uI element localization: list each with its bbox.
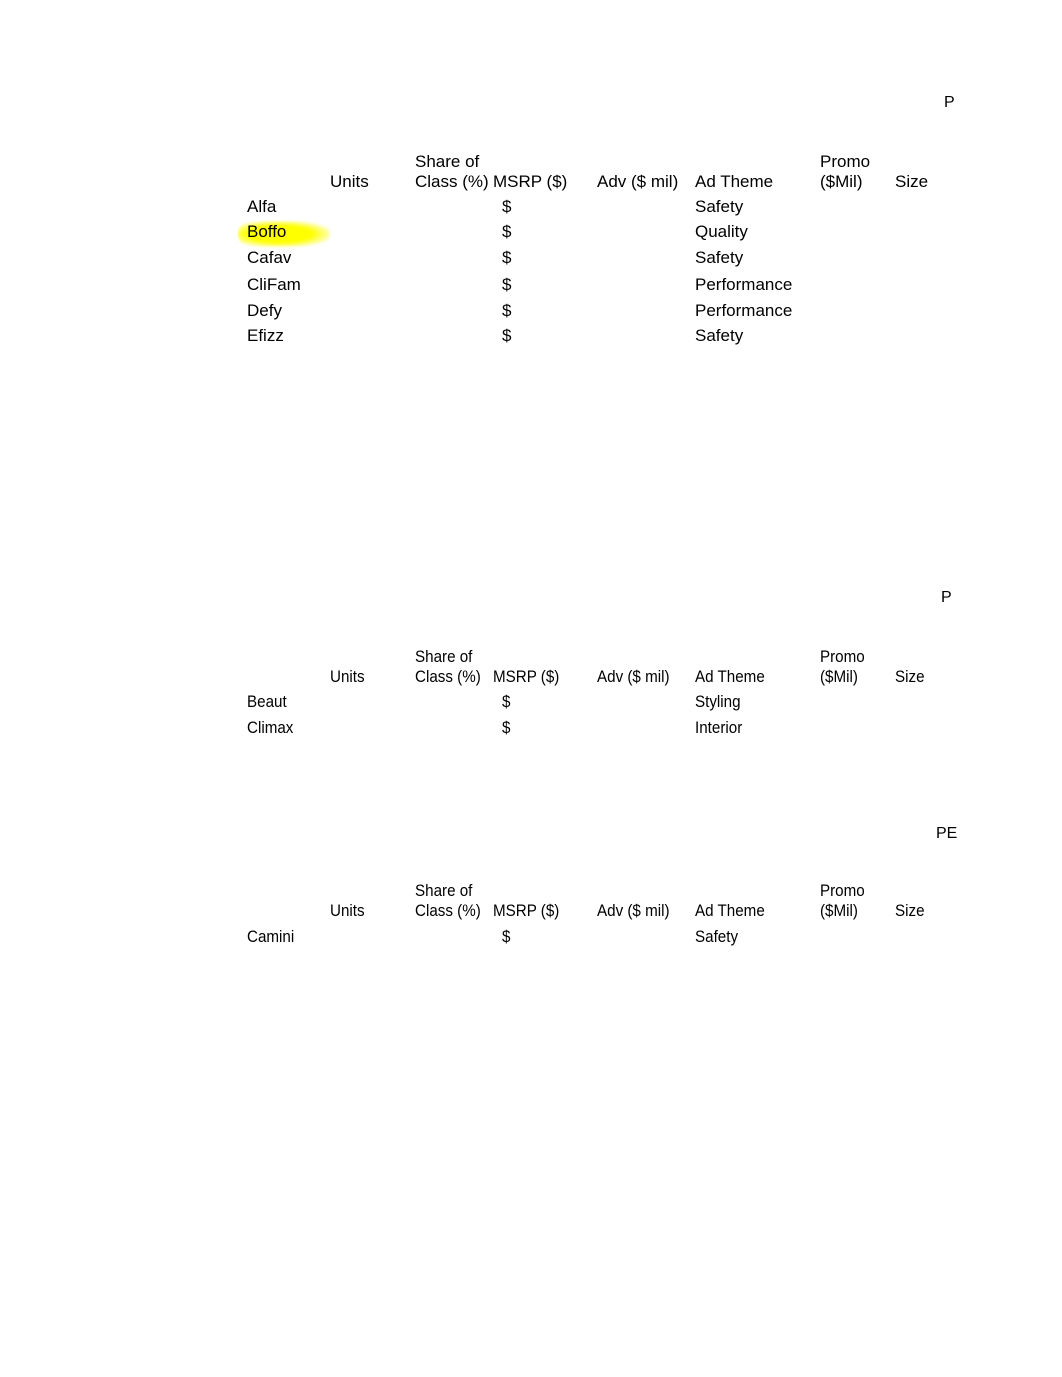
cell-ad-theme[interactable]: Safety [695,326,743,346]
cell-currency[interactable]: $ [502,692,510,712]
cell-currency[interactable]: $ [502,275,511,295]
cell-name[interactable]: Camini [247,927,294,947]
section-title: P [944,94,955,111]
cell-currency[interactable]: $ [502,326,511,346]
cell-currency[interactable]: $ [502,301,511,321]
header-share-line2: Class (%) [415,902,481,920]
header-promo-line2: ($Mil) [820,668,858,686]
section-title: P [941,589,952,606]
header-units: Units [330,668,365,686]
section-title: PE [936,825,958,842]
header-share-line2: Class (%) [415,172,489,191]
cell-ad-theme[interactable]: Interior [695,718,742,738]
header-share-line2: Class (%) [415,668,481,686]
cell-ad-theme[interactable]: Safety [695,248,743,268]
header-ad-theme: Ad Theme [695,172,774,191]
cell-ad-theme[interactable]: Quality [695,222,748,242]
cell-currency[interactable]: $ [502,222,511,242]
cell-name[interactable]: Alfa [247,197,276,217]
header-share-line1: Share of [415,648,473,666]
header-adv: Adv ($ mil) [597,902,670,920]
header-promo-line2: ($Mil) [820,172,863,191]
header-size: Size [895,902,925,920]
header-units: Units [330,902,365,920]
header-share-line1: Share of [415,882,473,900]
header-adv: Adv ($ mil) [597,172,679,191]
header-msrp: MSRP ($) [493,172,568,191]
header-ad-theme: Ad Theme [695,902,765,920]
cell-name[interactable]: Defy [247,301,282,321]
cell-ad-theme[interactable]: Performance [695,301,792,321]
header-msrp: MSRP ($) [493,668,560,686]
cell-name[interactable]: Climax [247,718,293,738]
header-promo-line1: Promo [820,648,865,666]
header-msrp: MSRP ($) [493,902,560,920]
header-size: Size [895,668,925,686]
header-promo-line1: Promo [820,152,871,171]
header-promo-line1: Promo [820,882,865,900]
cell-name[interactable]: Boffo [247,222,286,242]
cell-ad-theme[interactable]: Safety [695,197,743,217]
cell-currency[interactable]: $ [502,197,511,217]
cell-ad-theme[interactable]: Performance [695,275,792,295]
header-size: Size [895,172,929,191]
cell-name[interactable]: Beaut [247,692,287,712]
header-share-line1: Share of [415,152,480,171]
cell-currency[interactable]: $ [502,927,510,947]
cell-ad-theme[interactable]: Safety [695,927,738,947]
header-ad-theme: Ad Theme [695,668,765,686]
cell-name[interactable]: Cafav [247,248,291,268]
cell-name[interactable]: CliFam [247,275,301,295]
header-adv: Adv ($ mil) [597,668,670,686]
cell-name[interactable]: Efizz [247,326,284,346]
header-units: Units [330,172,369,191]
header-promo-line2: ($Mil) [820,902,858,920]
cell-currency[interactable]: $ [502,718,510,738]
cell-currency[interactable]: $ [502,248,511,268]
cell-ad-theme[interactable]: Styling [695,692,741,712]
